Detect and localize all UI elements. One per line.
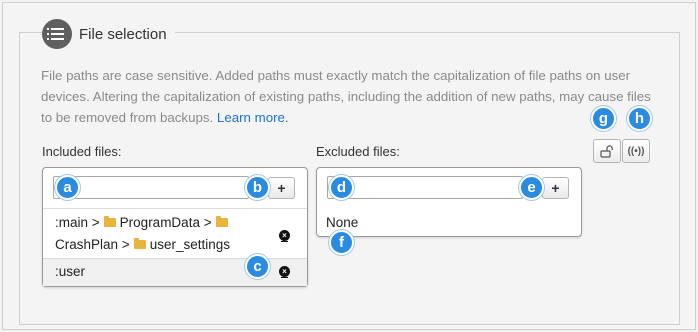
excluded-path-input[interactable] — [327, 176, 523, 199]
remove-path-icon[interactable]: × — [279, 266, 290, 278]
included-path-input[interactable] — [53, 176, 249, 199]
callout-d: d — [329, 175, 354, 200]
broadcast-button[interactable]: ((•)) — [622, 139, 650, 163]
callout-b: b — [245, 175, 270, 200]
excluded-files-label: Excluded files: — [316, 144, 400, 159]
callout-h: h — [627, 106, 652, 131]
folder-icon — [103, 216, 116, 227]
description-text: File paths are case sensitive. Added pat… — [41, 68, 651, 125]
remove-path-icon[interactable]: × — [279, 230, 290, 242]
section-description: File paths are case sensitive. Added pat… — [41, 65, 651, 128]
learn-more-link[interactable]: Learn more. — [217, 110, 289, 125]
folder-icon — [215, 216, 228, 227]
add-excluded-path-button[interactable]: + — [542, 177, 569, 199]
excluded-empty-text: None — [326, 215, 359, 230]
included-path-main-line2: CrashPlan > user_settings — [55, 237, 230, 252]
excluded-files-box: + None — [316, 167, 582, 237]
add-included-path-button[interactable]: + — [268, 177, 295, 199]
unlock-button[interactable] — [593, 139, 621, 163]
included-path-main-line1: :main > ProgramData > — [55, 215, 232, 230]
included-files-label: Included files: — [42, 144, 122, 159]
callout-c: c — [245, 254, 270, 279]
callout-e: e — [519, 175, 544, 200]
callout-f: f — [329, 230, 354, 255]
included-path-user: :user — [55, 264, 86, 279]
broadcast-icon: ((•)) — [627, 145, 645, 157]
callout-a: a — [55, 175, 80, 200]
callout-g: g — [591, 106, 616, 131]
section-title: File selection — [79, 25, 167, 43]
section-legend: File selection — [42, 18, 175, 50]
folder-icon — [133, 238, 146, 249]
unlock-icon — [600, 145, 613, 158]
divider — [43, 208, 307, 209]
list-icon — [42, 19, 72, 49]
